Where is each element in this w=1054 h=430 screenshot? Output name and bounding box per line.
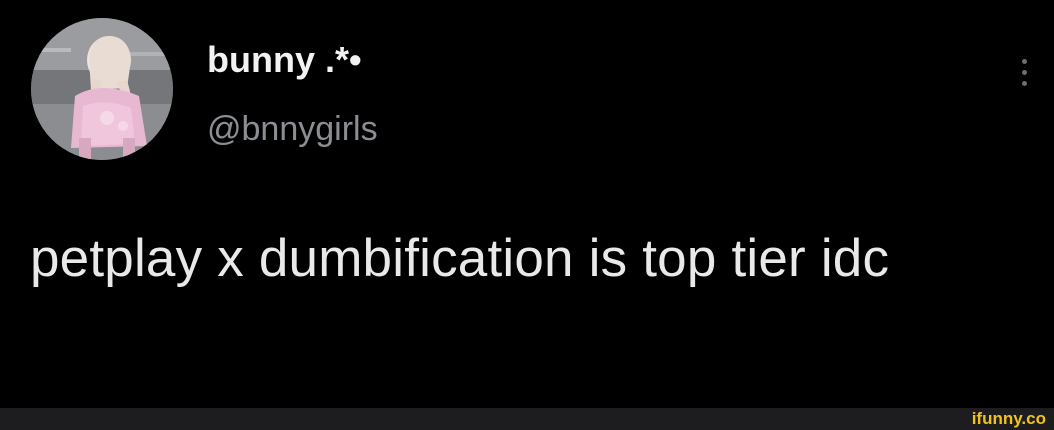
vertical-ellipsis-icon xyxy=(1021,58,1027,64)
watermark-bar xyxy=(0,408,1054,430)
vertical-ellipsis-icon xyxy=(1021,80,1027,86)
tweet-text: petplay x dumbification is top tier idc xyxy=(30,229,890,288)
display-name[interactable]: bunny .*• xyxy=(207,38,362,82)
more-options-button[interactable] xyxy=(1012,48,1036,96)
ifunny-watermark: ifunny.co xyxy=(971,409,1046,428)
user-handle[interactable]: @bnnygirls xyxy=(207,108,378,150)
tweet-card: bunny .*• @bnnygirls petplay x dumbifica… xyxy=(0,0,1054,408)
vertical-ellipsis-icon xyxy=(1021,69,1027,75)
profile-photo xyxy=(31,18,173,160)
avatar[interactable] xyxy=(31,18,173,160)
